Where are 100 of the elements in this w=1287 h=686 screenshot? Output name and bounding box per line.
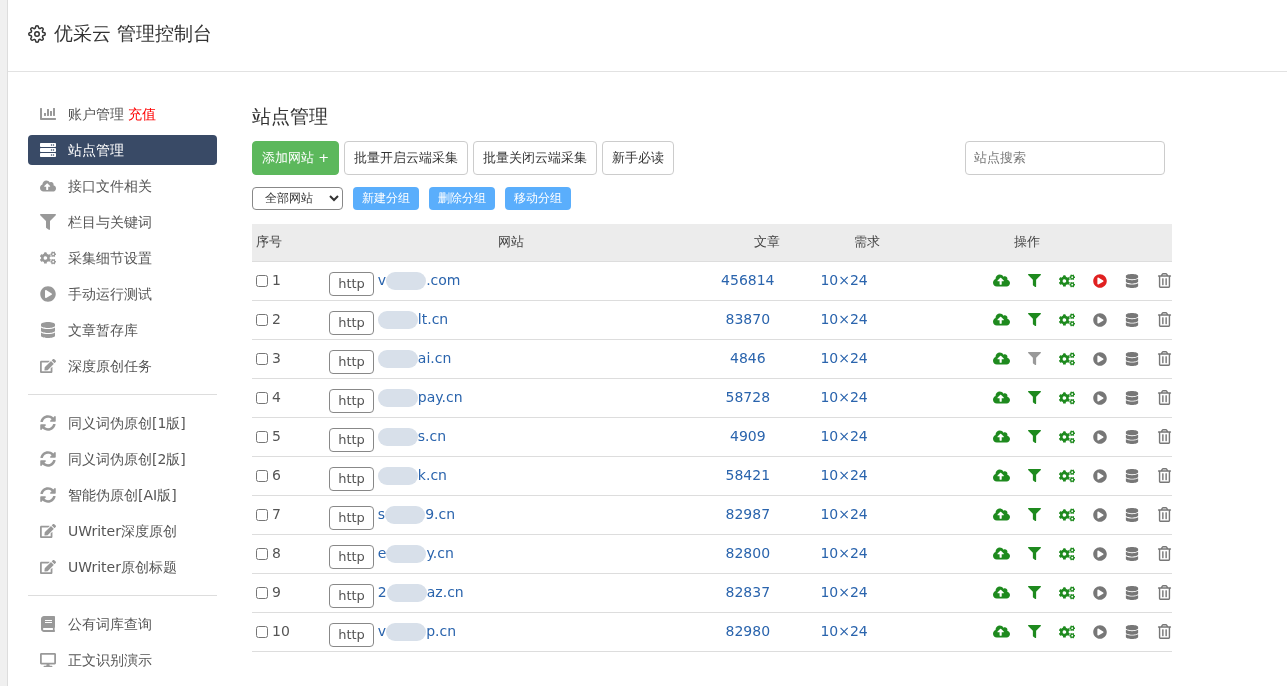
play-icon[interactable] — [1093, 468, 1107, 483]
gears-icon[interactable] — [1059, 272, 1075, 289]
cloud-upload-icon[interactable] — [993, 311, 1010, 328]
database-icon[interactable] — [1125, 273, 1139, 288]
group-select[interactable]: 全部网站 — [252, 186, 343, 210]
trash-icon[interactable] — [1157, 390, 1172, 405]
play-icon[interactable] — [1093, 546, 1107, 561]
play-icon[interactable] — [1093, 624, 1107, 639]
toolbar-button[interactable]: 批量开启云端采集 — [344, 140, 469, 175]
scheme-tag[interactable]: http — [329, 505, 374, 530]
cloud-upload-icon[interactable] — [993, 506, 1010, 523]
sidebar-item[interactable]: UWriter原创标题 — [28, 552, 217, 582]
site-domain[interactable]: 2 az.cn — [377, 582, 464, 603]
sidebar-item[interactable]: 同义词伪原创[1版] — [28, 408, 217, 438]
row-checkbox[interactable] — [256, 352, 268, 365]
scheme-tag[interactable]: http — [329, 310, 374, 335]
sidebar-item[interactable]: 手动运行测试 — [28, 279, 217, 309]
filter-icon[interactable] — [1028, 469, 1041, 482]
recharge-link[interactable]: 充值 — [128, 103, 156, 125]
play-icon[interactable] — [1093, 273, 1107, 288]
database-icon[interactable] — [1125, 390, 1139, 405]
sidebar-item[interactable]: 正文识别演示 — [28, 645, 217, 675]
trash-icon[interactable] — [1157, 507, 1172, 522]
trash-icon[interactable] — [1157, 624, 1172, 639]
scheme-tag[interactable]: http — [329, 583, 374, 608]
gears-icon[interactable] — [1059, 545, 1075, 562]
filter-icon[interactable] — [1028, 547, 1041, 560]
cloud-upload-icon[interactable] — [993, 428, 1010, 445]
trash-icon[interactable] — [1157, 351, 1172, 366]
trash-icon[interactable] — [1157, 546, 1172, 561]
database-icon[interactable] — [1125, 312, 1139, 327]
sidebar-item[interactable]: 同义词伪原创[2版] — [28, 444, 217, 474]
cloud-upload-icon[interactable] — [993, 272, 1010, 289]
play-icon[interactable] — [1093, 351, 1107, 366]
row-checkbox[interactable] — [256, 508, 268, 521]
play-icon[interactable] — [1093, 585, 1107, 600]
scheme-tag[interactable]: http — [329, 388, 374, 413]
database-icon[interactable] — [1125, 429, 1139, 444]
trash-icon[interactable] — [1157, 585, 1172, 600]
cloud-upload-icon[interactable] — [993, 584, 1010, 601]
row-checkbox[interactable] — [256, 391, 268, 404]
site-domain[interactable]: pay.cn — [377, 387, 463, 408]
site-domain[interactable]: v p.cn — [377, 621, 457, 642]
gears-icon[interactable] — [1059, 467, 1075, 484]
gears-icon[interactable] — [1059, 506, 1075, 523]
cloud-upload-icon[interactable] — [993, 545, 1010, 562]
sidebar-item[interactable]: 智能伪原创[AI版] — [28, 480, 217, 510]
scheme-tag[interactable]: http — [329, 349, 374, 374]
row-checkbox[interactable] — [256, 469, 268, 482]
sidebar-item[interactable]: 采集细节设置 — [28, 243, 217, 273]
gears-icon[interactable] — [1059, 623, 1075, 640]
filter-icon[interactable] — [1028, 391, 1041, 404]
filter-icon[interactable] — [1028, 625, 1041, 638]
filter-icon[interactable] — [1028, 586, 1041, 599]
database-icon[interactable] — [1125, 507, 1139, 522]
sidebar-item[interactable]: 栏目与关键词 — [28, 207, 217, 237]
filter-icon[interactable] — [1028, 352, 1041, 365]
cloud-upload-icon[interactable] — [993, 467, 1010, 484]
search-field[interactable]: 站点搜索 — [965, 140, 1165, 175]
site-domain[interactable]: s 9.cn — [377, 504, 456, 525]
database-icon[interactable] — [1125, 351, 1139, 366]
gears-icon[interactable] — [1059, 311, 1075, 328]
site-domain[interactable]: v .com — [377, 270, 461, 291]
row-checkbox[interactable] — [256, 625, 268, 638]
play-icon[interactable] — [1093, 312, 1107, 327]
gears-icon[interactable] — [1059, 584, 1075, 601]
play-icon[interactable] — [1093, 390, 1107, 405]
sidebar-item[interactable]: 文章暂存库 — [28, 315, 217, 345]
sidebar-item[interactable]: 公有词库查询 — [28, 609, 217, 639]
site-domain[interactable]: ai.cn — [377, 348, 452, 369]
cloud-upload-icon[interactable] — [993, 389, 1010, 406]
trash-icon[interactable] — [1157, 273, 1172, 288]
filter-icon[interactable] — [1028, 313, 1041, 326]
sidebar-item[interactable]: UWriter深度原创 — [28, 516, 217, 546]
filter-icon[interactable] — [1028, 274, 1041, 287]
sidebar-item[interactable]: 账户管理 充值 — [28, 99, 217, 129]
gears-icon[interactable] — [1059, 428, 1075, 445]
database-icon[interactable] — [1125, 546, 1139, 561]
site-domain[interactable]: e y.cn — [377, 543, 454, 564]
database-icon[interactable] — [1125, 468, 1139, 483]
database-icon[interactable] — [1125, 624, 1139, 639]
play-icon[interactable] — [1093, 429, 1107, 444]
trash-icon[interactable] — [1157, 468, 1172, 483]
trash-icon[interactable] — [1157, 312, 1172, 327]
filter-icon[interactable] — [1028, 508, 1041, 521]
gears-icon[interactable] — [1059, 350, 1075, 367]
sidebar-item[interactable]: 深度原创任务 — [28, 351, 217, 381]
row-checkbox[interactable] — [256, 274, 268, 287]
gears-icon[interactable] — [1059, 389, 1075, 406]
scheme-tag[interactable]: http — [329, 466, 374, 491]
row-checkbox[interactable] — [256, 430, 268, 443]
row-checkbox[interactable] — [256, 313, 268, 326]
cloud-upload-icon[interactable] — [993, 623, 1010, 640]
trash-icon[interactable] — [1157, 429, 1172, 444]
scheme-tag[interactable]: http — [329, 427, 374, 452]
scheme-tag[interactable]: http — [329, 271, 374, 296]
database-icon[interactable] — [1125, 585, 1139, 600]
cloud-upload-icon[interactable] — [993, 350, 1010, 367]
toolbar-button[interactable]: 新手必读 — [602, 140, 675, 175]
scheme-tag[interactable]: http — [329, 544, 374, 569]
